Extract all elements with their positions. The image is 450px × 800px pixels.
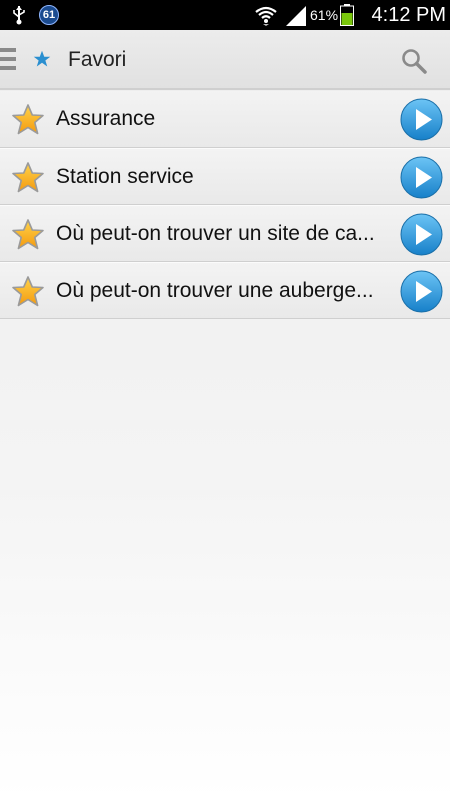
wifi-icon xyxy=(255,6,277,26)
play-icon[interactable] xyxy=(400,213,443,256)
menu-icon[interactable] xyxy=(0,48,18,72)
list-item[interactable]: Station service xyxy=(0,148,450,205)
signal-icon xyxy=(286,6,306,26)
usb-icon xyxy=(13,6,25,25)
play-icon[interactable] xyxy=(400,98,443,141)
list-item-label: Assurance xyxy=(56,107,156,130)
page-title: Favori xyxy=(68,48,127,71)
battery-percent: 61% xyxy=(310,7,339,23)
notification-icon: 61 xyxy=(39,5,59,25)
list-item-label: Où peut-on trouver un site de ca... xyxy=(56,222,375,245)
list-item[interactable]: Où peut-on trouver un site de ca... xyxy=(0,205,450,262)
favorites-list: Assurance Station service Où peut-on tro… xyxy=(0,91,450,319)
action-bar: Favori xyxy=(0,30,450,90)
list-item-label: Station service xyxy=(56,165,194,188)
play-icon[interactable] xyxy=(400,270,443,313)
battery-icon xyxy=(340,4,354,26)
list-item-label: Où peut-on trouver une auberge... xyxy=(56,279,374,302)
status-bar: 61 61% 4:12 PM xyxy=(0,0,450,30)
list-item[interactable]: Où peut-on trouver une auberge... xyxy=(0,262,450,319)
star-icon[interactable] xyxy=(11,218,45,252)
clock: 4:12 PM xyxy=(371,4,446,26)
star-icon[interactable] xyxy=(11,103,45,137)
star-icon[interactable] xyxy=(11,161,45,195)
search-icon[interactable] xyxy=(400,47,428,75)
star-icon[interactable] xyxy=(11,275,45,309)
list-item[interactable]: Assurance xyxy=(0,91,450,148)
star-icon xyxy=(33,50,51,67)
play-icon[interactable] xyxy=(400,156,443,199)
